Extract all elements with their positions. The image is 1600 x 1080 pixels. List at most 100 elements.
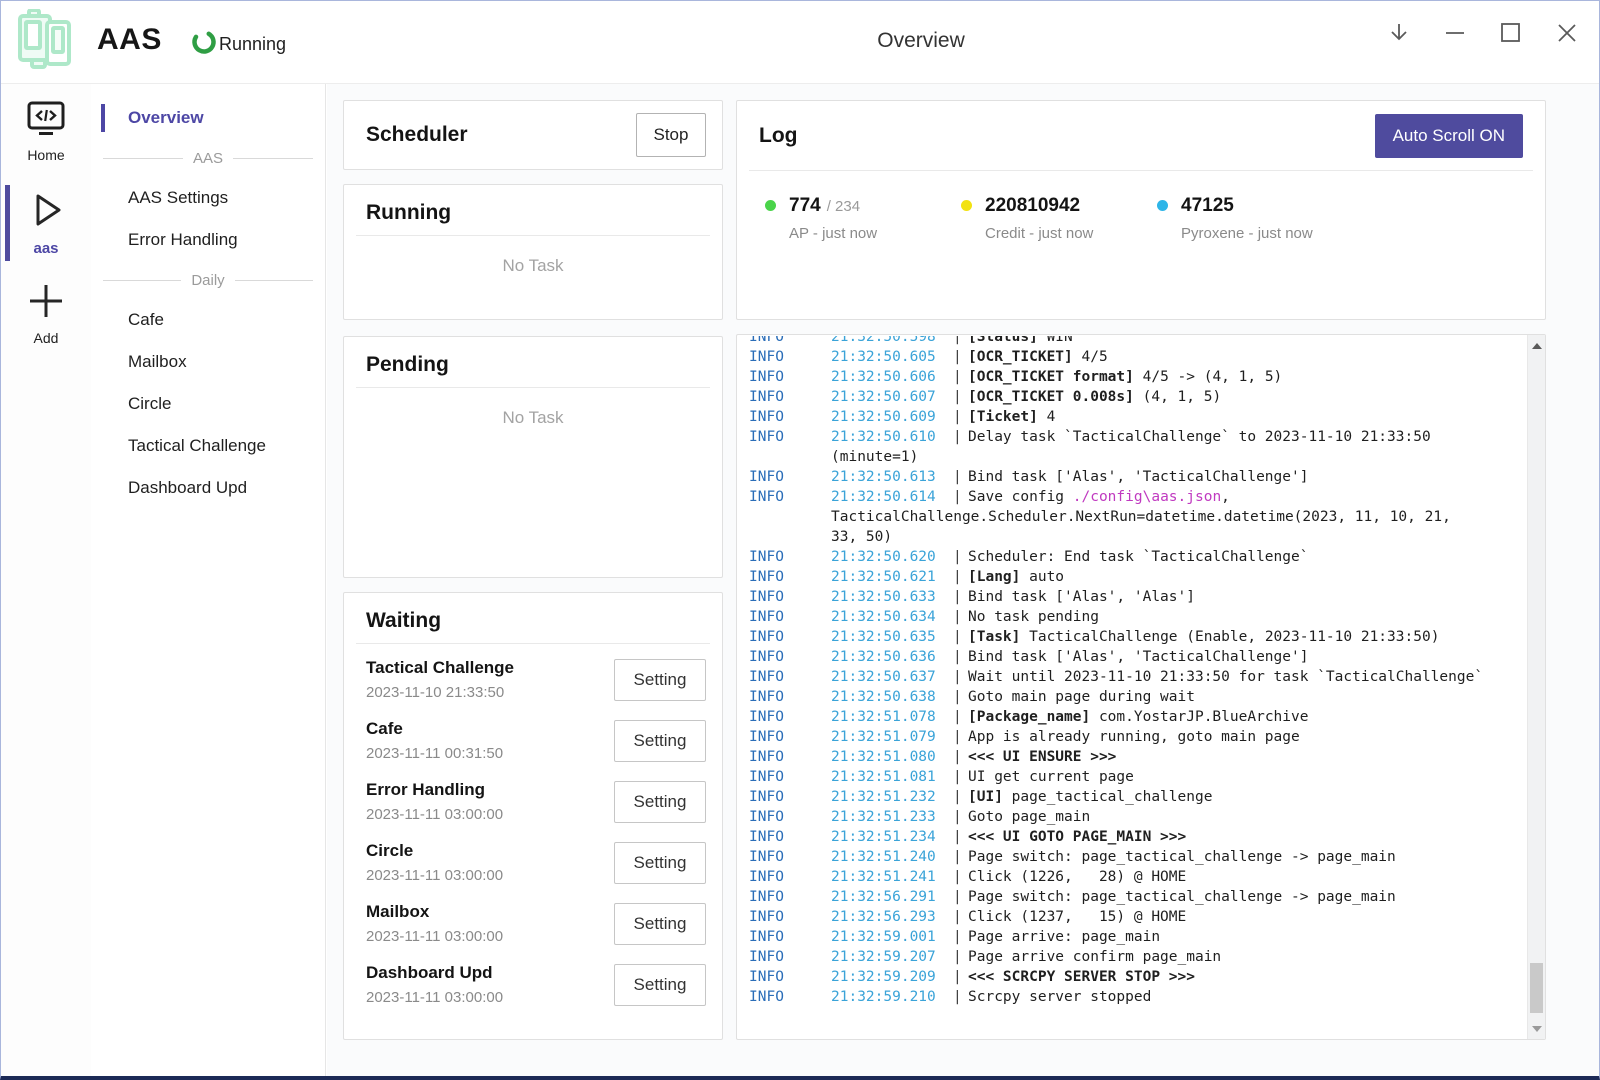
waiting-task-info: Cafe2023-11-11 00:31:50 bbox=[366, 719, 503, 762]
waiting-task-row: Tactical Challenge2023-11-10 21:33:50Set… bbox=[366, 649, 706, 710]
log-text-area[interactable]: INFO21:32:50.598|[Status] WININFO21:32:5… bbox=[749, 336, 1526, 1038]
log-level: INFO bbox=[749, 947, 831, 967]
minimize-to-tray-icon[interactable] bbox=[1386, 20, 1412, 46]
titlebar: AAS Running Overview bbox=[1, 1, 1599, 84]
log-level: INFO bbox=[749, 567, 831, 587]
log-line: INFO21:32:50.620|Scheduler: End task `Ta… bbox=[749, 547, 1526, 567]
log-message: Delay task `TacticalChallenge` to 2023-1… bbox=[968, 427, 1526, 447]
scrollbar-up-icon[interactable] bbox=[1528, 337, 1545, 354]
nav-item-dashboard-upd[interactable]: Dashboard Upd bbox=[91, 467, 325, 509]
minimize-icon[interactable] bbox=[1442, 20, 1468, 46]
log-line: 33, 50) bbox=[749, 527, 1526, 547]
setting-button[interactable]: Setting bbox=[614, 842, 706, 884]
nav-item-error-handling[interactable]: Error Handling bbox=[91, 219, 325, 261]
log-timestamp: 21:32:56.291 bbox=[831, 887, 953, 907]
stat-value-row: 774/ 234 bbox=[789, 195, 877, 217]
log-level: INFO bbox=[749, 367, 831, 387]
nav-item-tactical-challenge[interactable]: Tactical Challenge bbox=[91, 425, 325, 467]
sidebar-item-label: aas bbox=[33, 240, 58, 257]
log-level: INFO bbox=[749, 967, 831, 987]
log-line: INFO21:32:50.633|Bind task ['Alas', 'Ala… bbox=[749, 587, 1526, 607]
log-message: Page arrive: page_main bbox=[968, 927, 1526, 947]
log-message: Wait until 2023-11-10 21:33:50 for task … bbox=[968, 667, 1526, 687]
main-content: Scheduler Stop Running No Task Pending N… bbox=[327, 84, 1599, 1076]
log-timestamp: 21:32:51.078 bbox=[831, 707, 953, 727]
window-controls bbox=[1386, 11, 1580, 55]
waiting-task-row: Circle2023-11-11 03:00:00 Setting bbox=[366, 832, 706, 893]
log-level: INFO bbox=[749, 667, 831, 687]
nav-item-circle[interactable]: Circle bbox=[91, 383, 325, 425]
log-line: INFO21:32:59.209|<<< SCRCPY SERVER STOP … bbox=[749, 967, 1526, 987]
maximize-icon[interactable] bbox=[1498, 20, 1524, 46]
log-indent bbox=[749, 527, 831, 547]
log-line: INFO21:32:56.291|Page switch: page_tacti… bbox=[749, 887, 1526, 907]
waiting-task-row: Mailbox2023-11-11 03:00:00Setting bbox=[366, 893, 706, 954]
waiting-task-list: Tactical Challenge2023-11-10 21:33:50Set… bbox=[344, 644, 722, 1015]
log-separator: | bbox=[953, 367, 968, 387]
log-message: Save config ./config\aas.json, bbox=[968, 487, 1526, 507]
divider-line bbox=[103, 158, 183, 159]
log-lines: INFO21:32:50.598|[Status] WININFO21:32:5… bbox=[749, 336, 1526, 1007]
log-timestamp: 21:32:51.241 bbox=[831, 867, 953, 887]
log-line: INFO21:32:59.207|Page arrive confirm pag… bbox=[749, 947, 1526, 967]
log-message: Bind task ['Alas', 'TacticalChallenge'] bbox=[968, 467, 1526, 487]
setting-button[interactable]: Setting bbox=[614, 720, 706, 762]
nav-item-cafe[interactable]: Cafe bbox=[91, 299, 325, 341]
log-line: INFO21:32:51.240|Page switch: page_tacti… bbox=[749, 847, 1526, 867]
waiting-task-next-run: 2023-11-11 03:00:00 bbox=[366, 867, 503, 884]
sidebar-item-add[interactable]: Add bbox=[1, 281, 91, 346]
log-separator: | bbox=[953, 747, 968, 767]
code-monitor-icon bbox=[25, 100, 67, 143]
log-message: <<< UI ENSURE >>> bbox=[968, 747, 1526, 767]
spinner-icon bbox=[191, 29, 217, 60]
pending-card: Pending No Task bbox=[343, 336, 723, 578]
log-level: INFO bbox=[749, 767, 831, 787]
waiting-task-name: Error Handling bbox=[366, 780, 503, 800]
log-timestamp: 21:32:50.613 bbox=[831, 467, 953, 487]
log-scrollbar[interactable] bbox=[1527, 335, 1545, 1039]
log-timestamp: 21:32:50.633 bbox=[831, 587, 953, 607]
waiting-task-next-run: 2023-11-11 03:00:00 bbox=[366, 928, 503, 945]
sidebar-item-label: Add bbox=[34, 330, 59, 346]
log-line: INFO21:32:51.241|Click (1226, 28) @ HOME bbox=[749, 867, 1526, 887]
log-timestamp: 21:32:50.636 bbox=[831, 647, 953, 667]
log-level: INFO bbox=[749, 827, 831, 847]
log-message: [Task] TacticalChallenge (Enable, 2023-1… bbox=[968, 627, 1526, 647]
app-window: AAS Running Overview bbox=[0, 0, 1600, 1080]
stat-body: 220810942Credit - just now bbox=[985, 195, 1093, 242]
log-level: INFO bbox=[749, 336, 831, 347]
nav-item-overview[interactable]: Overview bbox=[91, 97, 325, 139]
setting-button[interactable]: Setting bbox=[614, 659, 706, 701]
divider-line bbox=[103, 280, 181, 281]
nav-item-mailbox[interactable]: Mailbox bbox=[91, 341, 325, 383]
sidebar-item-home[interactable]: Home bbox=[1, 100, 91, 163]
stat-dot-icon bbox=[765, 200, 776, 211]
waiting-task-info: Dashboard Upd2023-11-11 03:00:00 bbox=[366, 963, 503, 1006]
log-line: INFO21:32:50.638|Goto main page during w… bbox=[749, 687, 1526, 707]
log-timestamp: 21:32:51.234 bbox=[831, 827, 953, 847]
scrollbar-down-icon[interactable] bbox=[1528, 1020, 1545, 1037]
log-timestamp: 21:32:50.606 bbox=[831, 367, 953, 387]
nav-section-label: Daily bbox=[191, 272, 224, 289]
sidebar-item-aas[interactable]: aas bbox=[1, 185, 91, 261]
log-separator: | bbox=[953, 467, 968, 487]
log-level: INFO bbox=[749, 807, 831, 827]
scrollbar-thumb[interactable] bbox=[1530, 963, 1543, 1013]
nav-item-aas-settings[interactable]: AAS Settings bbox=[91, 177, 325, 219]
close-icon[interactable] bbox=[1554, 20, 1580, 46]
log-level: INFO bbox=[749, 787, 831, 807]
stop-button[interactable]: Stop bbox=[636, 113, 706, 157]
play-icon bbox=[25, 189, 67, 236]
log-level: INFO bbox=[749, 627, 831, 647]
log-timestamp: 21:32:50.635 bbox=[831, 627, 953, 647]
log-timestamp: 21:32:50.620 bbox=[831, 547, 953, 567]
log-separator: | bbox=[953, 547, 968, 567]
setting-button[interactable]: Setting bbox=[614, 781, 706, 823]
log-line: INFO21:32:50.605|[OCR_TICKET] 4/5 bbox=[749, 347, 1526, 367]
setting-button[interactable]: Setting bbox=[614, 903, 706, 945]
log-level: INFO bbox=[749, 487, 831, 507]
setting-button[interactable]: Setting bbox=[614, 964, 706, 1006]
log-message: Click (1226, 28) @ HOME bbox=[968, 867, 1526, 887]
waiting-task-info: Circle2023-11-11 03:00:00 bbox=[366, 841, 503, 884]
auto-scroll-button[interactable]: Auto Scroll ON bbox=[1375, 114, 1523, 158]
